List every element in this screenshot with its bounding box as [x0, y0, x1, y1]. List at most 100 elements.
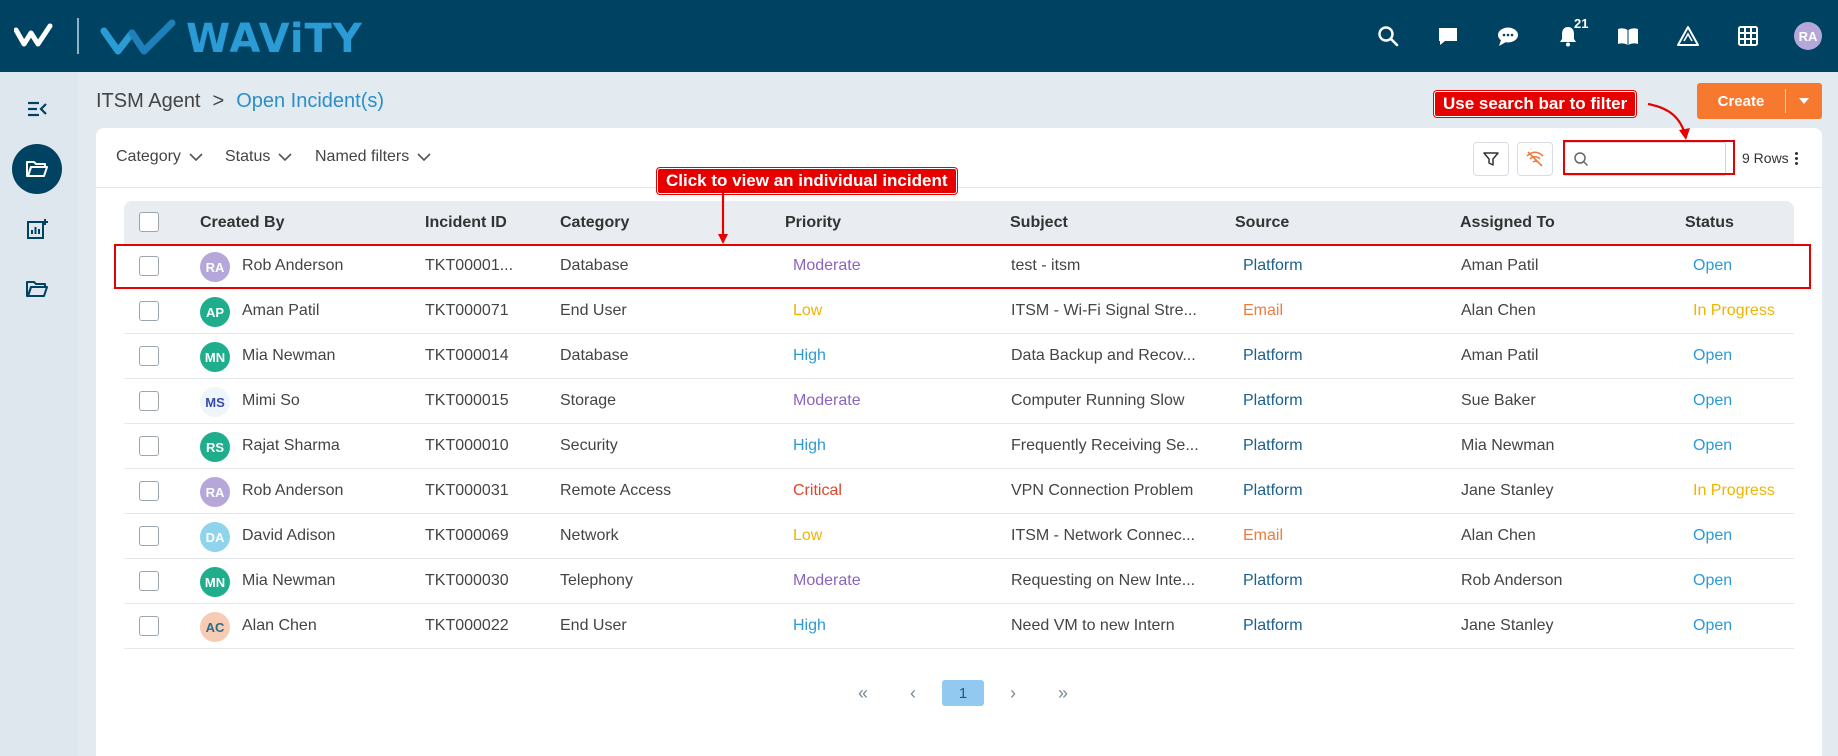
subject-cell[interactable]: Requesting on New Inte...: [1011, 572, 1195, 590]
search-field[interactable]: [1564, 142, 1726, 176]
named-filters-dropdown[interactable]: Named filters: [315, 148, 431, 166]
row-checkbox[interactable]: [139, 436, 159, 456]
status-cell: Open: [1693, 527, 1733, 544]
previous-page-button[interactable]: ‹: [892, 680, 934, 706]
nav-reports-button[interactable]: [12, 204, 62, 254]
clear-filters-button[interactable]: [1517, 142, 1553, 176]
current-page-button[interactable]: 1: [942, 680, 984, 706]
priority-cell: Critical: [793, 482, 842, 499]
incident-id-cell[interactable]: TKT000071: [425, 302, 509, 320]
assigned-to-cell: Jane Stanley: [1461, 482, 1554, 499]
row-checkbox[interactable]: [139, 481, 159, 501]
priority-cell: High: [793, 437, 826, 454]
subject-cell[interactable]: Computer Running Slow: [1011, 392, 1184, 410]
table-row[interactable]: AP Aman Patil TKT000071 End User Low ITSM - W…: [124, 289, 1794, 334]
table-row[interactable]: MN Mia Newman TKT000014 Database High Data Ba…: [124, 334, 1794, 379]
table-row[interactable]: DA David Adison TKT000069 Network Low ITSM - …: [124, 514, 1794, 559]
filter-button[interactable]: [1473, 142, 1509, 176]
incident-id-cell[interactable]: TKT000010: [425, 437, 509, 455]
source-cell: Platform: [1243, 482, 1303, 499]
category-filter[interactable]: Category: [116, 148, 203, 166]
notifications-button[interactable]: 21: [1550, 16, 1588, 54]
table-row[interactable]: MS Mimi So TKT000015 Storage Moderate Compute…: [124, 379, 1794, 424]
knowledge-base-button[interactable]: [1610, 18, 1646, 54]
last-page-button[interactable]: »: [1042, 680, 1084, 706]
mini-logo-icon[interactable]: [14, 22, 60, 50]
first-page-button[interactable]: «: [842, 680, 884, 706]
chat-button[interactable]: [1430, 18, 1466, 54]
category-cell: Network: [560, 527, 619, 544]
subject-cell[interactable]: test - itsm: [1011, 257, 1080, 275]
next-page-button[interactable]: ›: [992, 680, 1034, 706]
warning-icon: [1677, 26, 1699, 46]
priority-cell: Moderate: [793, 572, 861, 589]
nav-incidents-button[interactable]: [12, 144, 62, 194]
column-header-subject[interactable]: Subject: [1010, 214, 1068, 232]
row-checkbox[interactable]: [139, 256, 159, 276]
subject-cell[interactable]: ITSM - Network Connec...: [1011, 527, 1195, 545]
row-annotation: Click to view an individual incident: [657, 168, 957, 194]
user-menu-button[interactable]: RA: [1790, 18, 1826, 54]
create-split-button: Create: [1697, 83, 1822, 119]
row-checkbox[interactable]: [139, 391, 159, 411]
table-row[interactable]: RS Rajat Sharma TKT000010 Security High Frequ…: [124, 424, 1794, 469]
breadcrumb-root[interactable]: ITSM Agent: [96, 90, 201, 113]
created-by-cell: David Adison: [242, 527, 336, 544]
incident-id-cell[interactable]: TKT000014: [425, 347, 509, 365]
grid-icon: [1738, 26, 1758, 46]
incident-id-cell[interactable]: TKT00001...: [425, 257, 513, 275]
subject-cell[interactable]: Data Backup and Recov...: [1011, 347, 1196, 365]
search-input[interactable]: [1595, 151, 1715, 167]
subject-cell[interactable]: ITSM - Wi-Fi Signal Stre...: [1011, 302, 1197, 320]
row-checkbox[interactable]: [139, 301, 159, 321]
category-cell: Remote Access: [560, 482, 672, 499]
column-header-incident-id[interactable]: Incident ID: [425, 214, 507, 232]
chevron-down-icon: [189, 152, 203, 161]
row-checkbox[interactable]: [139, 526, 159, 546]
column-header-category[interactable]: Category: [560, 214, 629, 232]
rows-count: 9 Rows: [1742, 150, 1798, 166]
source-cell: Platform: [1243, 617, 1303, 634]
column-header-created-by[interactable]: Created By: [200, 214, 284, 232]
subject-cell[interactable]: VPN Connection Problem: [1011, 482, 1193, 500]
avatar: RS: [200, 432, 230, 462]
column-header-source[interactable]: Source: [1235, 214, 1289, 232]
table-row[interactable]: RA Rob Anderson TKT00001... Database Moderat…: [124, 244, 1794, 289]
assigned-to-cell: Mia Newman: [1461, 437, 1555, 454]
row-checkbox[interactable]: [139, 571, 159, 591]
status-filter[interactable]: Status: [225, 148, 292, 166]
search-button[interactable]: [1370, 18, 1406, 54]
alerts-button[interactable]: [1670, 18, 1706, 54]
column-header-priority[interactable]: Priority: [785, 214, 841, 232]
subject-cell[interactable]: Frequently Receiving Se...: [1011, 437, 1199, 455]
subject-cell[interactable]: Need VM to new Intern: [1011, 617, 1175, 635]
source-cell: Platform: [1243, 437, 1303, 454]
table-row[interactable]: AC Alan Chen TKT000022 End User High Need VM …: [124, 604, 1794, 649]
nav-folders-button[interactable]: [12, 264, 62, 314]
create-button[interactable]: Create: [1697, 93, 1785, 110]
select-all-checkbox[interactable]: [139, 212, 159, 232]
category-cell: Security: [560, 437, 618, 454]
top-icon-group: 21 RA: [1346, 16, 1826, 54]
incident-id-cell[interactable]: TKT000022: [425, 617, 509, 635]
column-header-status[interactable]: Status: [1685, 214, 1734, 232]
more-options-icon[interactable]: [1794, 151, 1798, 165]
assigned-to-cell: Aman Patil: [1461, 347, 1539, 364]
incident-id-cell[interactable]: TKT000030: [425, 572, 509, 590]
funnel-icon: [1483, 152, 1499, 166]
search-icon: [1574, 152, 1589, 167]
incident-id-cell[interactable]: TKT000069: [425, 527, 509, 545]
row-checkbox[interactable]: [139, 616, 159, 636]
row-checkbox[interactable]: [139, 346, 159, 366]
incident-id-cell[interactable]: TKT000015: [425, 392, 509, 410]
create-dropdown-button[interactable]: [1786, 97, 1822, 105]
table-row[interactable]: RA Rob Anderson TKT000031 Remote Access Crit…: [124, 469, 1794, 514]
incident-id-cell[interactable]: TKT000031: [425, 482, 509, 500]
priority-cell: High: [793, 347, 826, 364]
collapse-menu-button[interactable]: [12, 84, 62, 134]
brand-logo[interactable]: WAViTY: [100, 16, 363, 62]
column-header-assigned-to[interactable]: Assigned To: [1460, 214, 1555, 232]
table-row[interactable]: MN Mia Newman TKT000030 Telephony Moderate Re…: [124, 559, 1794, 604]
comments-button[interactable]: [1490, 18, 1526, 54]
apps-button[interactable]: [1730, 18, 1766, 54]
